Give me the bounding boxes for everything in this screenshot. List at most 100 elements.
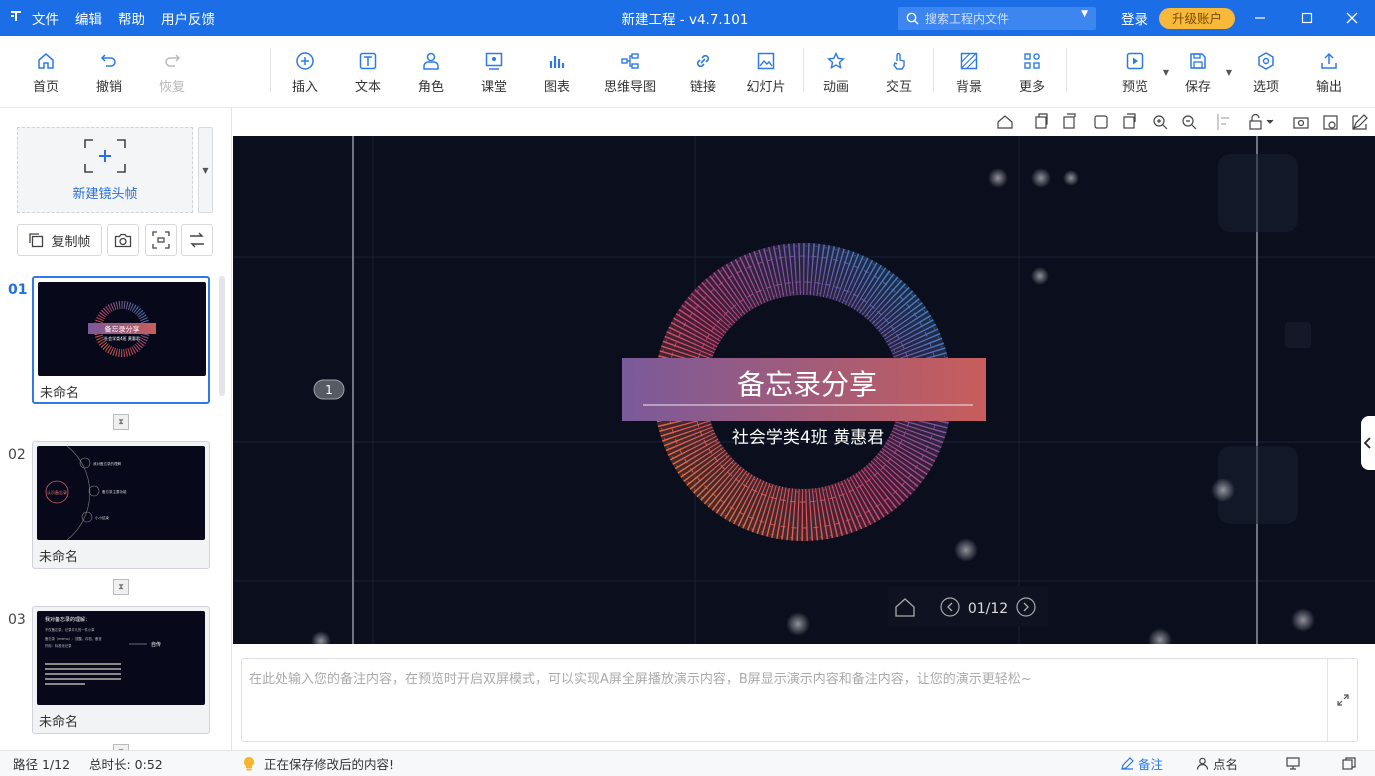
window-title: 新建工程 - v4.7.101 xyxy=(621,12,749,28)
transition-icon[interactable]: ⧗ xyxy=(113,414,129,430)
bar-chart-icon xyxy=(549,56,565,68)
options-label: 选项 xyxy=(1252,80,1279,95)
login-link[interactable]: 登录 xyxy=(1121,8,1148,28)
close-icon[interactable] xyxy=(1329,0,1375,36)
slide-graphic: 备忘录分享 社会学类4班 黄惠君 1 01/12 xyxy=(233,136,1375,644)
frame-card: 认识备忘录 我对备忘录的理解 备忘录主要功能 小小结束 未命名 xyxy=(32,441,210,569)
animation-label: 动画 xyxy=(822,80,849,95)
thumb-subtitle: 社会学类4班 黄惠君 xyxy=(104,335,140,341)
chevron-left-icon xyxy=(1364,437,1371,449)
right-panel-toggle[interactable] xyxy=(1361,416,1375,470)
home-button[interactable]: 首页 xyxy=(16,50,76,95)
interact-label: 交互 xyxy=(885,80,912,95)
title-bar: 文件 编辑 帮助 用户反馈 新建工程 - v4.7.101 搜索工程内文件 ▼ … xyxy=(0,0,1375,36)
text-button[interactable]: 文本 xyxy=(338,50,398,95)
search-input[interactable]: 搜索工程内文件 ▼ xyxy=(898,7,1096,30)
background-icon xyxy=(960,52,978,70)
canvas-tool-icons xyxy=(997,113,1368,130)
export-button[interactable]: 输出 xyxy=(1299,50,1359,95)
preview-label: 预览 xyxy=(1121,80,1148,95)
copy-icon xyxy=(29,233,44,248)
new-frame-dropdown-icon[interactable]: ▼ xyxy=(198,127,213,213)
mindmap-label: 思维导图 xyxy=(603,80,656,95)
redo-icon xyxy=(165,54,181,67)
options-button[interactable]: 选项 xyxy=(1236,50,1296,95)
frame-item-1[interactable]: 01 备忘录分享 社会学类4班 黄惠君 未命名 xyxy=(8,276,210,406)
insert-button[interactable]: 插入 xyxy=(275,50,335,95)
frame-item-2[interactable]: 02 认识备忘录 我对备忘录的理解 备忘录主要功能 小小结束 未命名 xyxy=(8,441,210,571)
expand-notes-button[interactable] xyxy=(1327,659,1357,741)
path-marker[interactable]: 1 xyxy=(325,383,333,397)
transition-icon[interactable]: ⧗ xyxy=(113,579,129,595)
sidebar-scrollbar[interactable] xyxy=(219,276,225,396)
classroom-icon xyxy=(485,52,503,70)
notes-toggle[interactable]: 备注 xyxy=(1121,754,1163,773)
interact-button[interactable]: 交互 xyxy=(869,50,929,95)
frame-name: 未命名 xyxy=(39,550,79,565)
animation-button[interactable]: 动画 xyxy=(806,50,866,95)
thumb-line: 备忘录（memo）：提醒，存档，备查 xyxy=(45,636,102,641)
star-icon xyxy=(827,52,845,69)
frame-number: 03 xyxy=(8,612,26,628)
page-indicator: 01/12 xyxy=(968,601,1008,617)
insert-label: 插入 xyxy=(291,80,318,95)
rollcall-button[interactable]: 点名 xyxy=(1196,754,1238,773)
search-icon xyxy=(906,12,919,25)
frame-thumbnail: 我对备忘录的理解： 不仅备忘录，记录平凡的一件小事 备忘录（memo）：提醒，存… xyxy=(37,611,205,705)
duration-status: 总时长: 0:52 xyxy=(89,757,163,772)
camera-button[interactable] xyxy=(107,224,139,256)
thumb-title: 我对备忘录的理解： xyxy=(45,616,90,623)
classroom-button[interactable]: 课堂 xyxy=(464,50,524,95)
plus-circle-icon xyxy=(296,52,314,70)
slide-button[interactable]: 幻灯片 xyxy=(736,50,796,95)
mindmap-button[interactable]: 思维导图 xyxy=(600,50,660,95)
swap-icon xyxy=(190,232,204,248)
window-icon[interactable] xyxy=(1342,757,1356,773)
save-button[interactable]: 保存 ▼ xyxy=(1168,50,1232,95)
menu-feedback[interactable]: 用户反馈 xyxy=(161,8,215,28)
toolbar-divider xyxy=(803,48,804,92)
background-button[interactable]: 背景 xyxy=(939,50,999,95)
link-label: 链接 xyxy=(689,80,716,95)
notes-textarea[interactable]: 在此处输入您的备注内容，在预览时开启双屏模式，可以实现A屏全屏播放演示内容，B屏… xyxy=(241,658,1358,742)
new-frame-button[interactable]: 新建镜头帧 xyxy=(17,127,193,213)
menu-help[interactable]: 帮助 xyxy=(118,8,145,28)
thumb-title: 备忘录分享 xyxy=(105,325,140,334)
minimize-icon[interactable] xyxy=(1237,0,1283,36)
screen-icon[interactable] xyxy=(1286,757,1300,773)
frame-name: 未命名 xyxy=(39,715,79,730)
role-button[interactable]: 角色 xyxy=(401,50,461,95)
thumb-item: 小小结束 xyxy=(95,515,109,520)
search-dropdown-icon[interactable]: ▼ xyxy=(1081,9,1088,19)
frame-number: 02 xyxy=(8,447,26,463)
thumb-line: 作用：标准化记录 xyxy=(45,643,72,648)
undo-button[interactable]: 撤销 xyxy=(79,50,139,95)
thumb-item: 我对备忘录的理解 xyxy=(93,461,121,466)
slide-canvas[interactable]: 备忘录分享 社会学类4班 黄惠君 1 01/12 xyxy=(233,136,1375,644)
chart-button[interactable]: 图表 xyxy=(527,50,587,95)
save-label: 保存 xyxy=(1184,80,1211,95)
link-button[interactable]: 链接 xyxy=(673,50,733,95)
preview-button[interactable]: 预览 ▼ xyxy=(1105,50,1169,95)
save-dropdown-icon[interactable]: ▼ xyxy=(1226,68,1232,77)
maximize-icon[interactable] xyxy=(1284,0,1330,36)
slide-label: 幻灯片 xyxy=(746,80,786,95)
thumb-center: 认识备忘录 xyxy=(47,489,67,495)
status-bar: 路径 1/12 总时长: 0:52 正在保存修改后的内容! 备注 点名 xyxy=(0,750,1375,776)
frame-select-button[interactable] xyxy=(145,224,177,256)
search-placeholder: 搜索工程内文件 xyxy=(925,12,1010,26)
bulb-icon xyxy=(243,756,255,774)
classroom-label: 课堂 xyxy=(480,80,507,95)
more-button[interactable]: 更多 xyxy=(1002,50,1062,95)
frame-item-3[interactable]: 03 我对备忘录的理解： 不仅备忘录，记录平凡的一件小事 备忘录（memo）：提… xyxy=(8,606,210,736)
save-icon xyxy=(1190,53,1206,69)
swap-button[interactable] xyxy=(181,224,213,256)
menu-bar: 文件 编辑 帮助 用户反馈 xyxy=(32,8,231,28)
expand-icon xyxy=(1336,694,1349,706)
redo-button[interactable]: 恢复 xyxy=(142,50,202,95)
upgrade-button[interactable]: 升级账户 xyxy=(1159,8,1235,29)
copy-frame-button[interactable]: 复制帧 xyxy=(17,224,102,256)
menu-file[interactable]: 文件 xyxy=(32,8,59,28)
copy-frame-label: 复制帧 xyxy=(51,234,91,250)
menu-edit[interactable]: 编辑 xyxy=(75,8,102,28)
